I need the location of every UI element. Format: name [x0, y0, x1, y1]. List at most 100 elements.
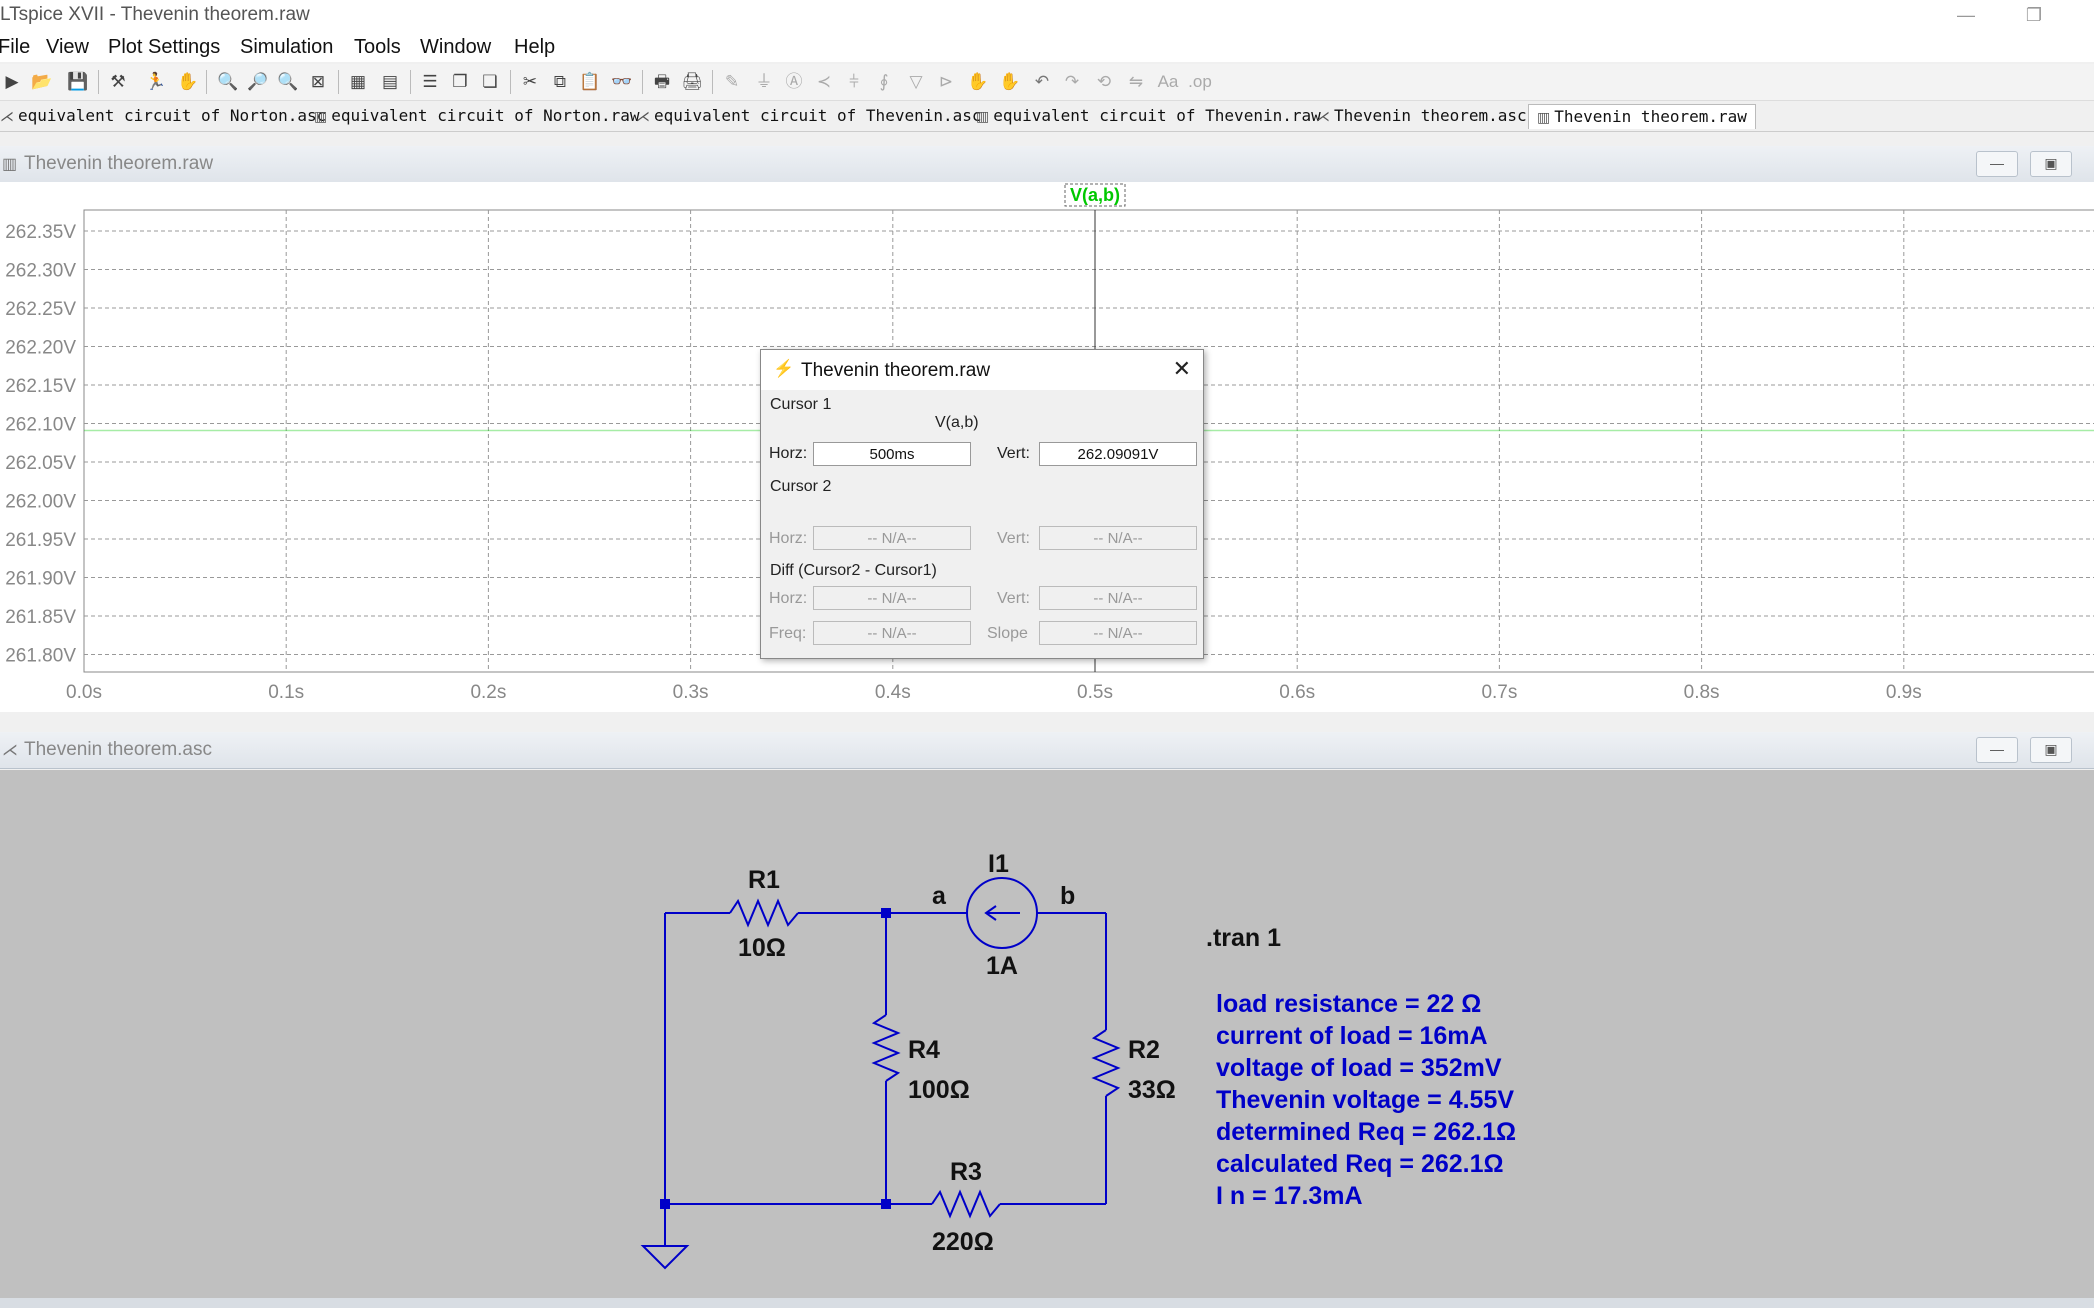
- menu-window[interactable]: Window: [420, 36, 491, 59]
- close-icon[interactable]: ✕: [1173, 356, 1191, 382]
- plot-maximize-button[interactable]: ▣: [2030, 151, 2072, 177]
- menu-view[interactable]: View: [46, 36, 89, 59]
- run-icon[interactable]: ▶: [0, 70, 24, 94]
- copy-icon[interactable]: ⧉: [548, 70, 572, 94]
- wire-icon[interactable]: ✎: [720, 70, 744, 94]
- node-a-label[interactable]: a: [932, 882, 946, 911]
- menu-simulation[interactable]: Simulation: [240, 36, 333, 59]
- zoom-fit-icon[interactable]: ⊠: [306, 70, 330, 94]
- menu-plot-settings[interactable]: Plot Settings: [108, 36, 220, 59]
- ground-icon[interactable]: ⏚: [752, 70, 776, 94]
- cursor2-section-label: Cursor 2: [770, 478, 832, 495]
- print-setup-icon[interactable]: 🖨: [680, 70, 704, 94]
- move-hand-icon[interactable]: ✋: [966, 70, 990, 94]
- drag-hand-icon[interactable]: ✋: [998, 70, 1022, 94]
- tab-thevenin-equiv-asc[interactable]: ⋌ equivalent circuit of Thevenin.asc: [636, 104, 982, 128]
- r4-symbol: [871, 1014, 901, 1082]
- r4-value[interactable]: 100Ω: [908, 1076, 970, 1105]
- x-tick-label: 0.3s: [673, 682, 709, 703]
- r2-name[interactable]: R2: [1128, 1036, 1160, 1065]
- schematic-canvas[interactable]: R1 10Ω I1 1A a b R4 100Ω R2 33Ω R3 220Ω …: [0, 770, 2094, 1300]
- find-binoculars-icon[interactable]: 👓: [610, 70, 634, 94]
- schematic-window-titlebar: ⋌ Thevenin theorem.asc — ▣: [0, 732, 2094, 769]
- r1-value[interactable]: 10Ω: [738, 934, 786, 963]
- schematic-drawing[interactable]: [0, 770, 2094, 1300]
- r3-value[interactable]: 220Ω: [932, 1228, 994, 1257]
- tab-thevenin-equiv-raw[interactable]: ▥ equivalent circuit of Thevenin.raw: [976, 104, 1321, 128]
- cursor1-vert-field[interactable]: 262.09091V: [1039, 442, 1197, 466]
- text-icon[interactable]: Aa: [1156, 70, 1180, 94]
- zoom-area-icon[interactable]: 🔎: [246, 70, 270, 94]
- freq-label: Freq:: [769, 625, 807, 642]
- redo-icon[interactable]: ↷: [1060, 70, 1084, 94]
- menu-tools[interactable]: Tools: [354, 36, 401, 59]
- tab-norton-raw[interactable]: ▥ equivalent circuit of Norton.raw: [314, 104, 639, 128]
- schematic-maximize-button[interactable]: ▣: [2030, 737, 2072, 763]
- y-tick-label: 261.80V: [5, 646, 76, 667]
- note-load-resistance[interactable]: load resistance = 22 Ω: [1216, 990, 1481, 1019]
- cursor2-horz-label: Horz:: [769, 530, 808, 547]
- note-load-current[interactable]: current of load = 16mA: [1216, 1022, 1488, 1051]
- undo-icon[interactable]: ↶: [1030, 70, 1054, 94]
- r3-name[interactable]: R3: [950, 1158, 982, 1187]
- print-icon[interactable]: 🖶: [650, 70, 674, 94]
- r2-value[interactable]: 33Ω: [1128, 1076, 1176, 1105]
- i1-name[interactable]: I1: [988, 850, 1009, 879]
- inductor-icon[interactable]: ∮: [872, 70, 896, 94]
- component-icon[interactable]: ⊳: [934, 70, 958, 94]
- note-determined-req[interactable]: determined Req = 262.1Ω: [1216, 1118, 1516, 1147]
- tab-norton-asc[interactable]: ⋌ equivalent circuit of Norton.asc: [0, 104, 326, 128]
- y-tick-label: 262.35V: [5, 222, 76, 243]
- schematic-minimize-button[interactable]: —: [1976, 737, 2018, 763]
- i1-value[interactable]: 1A: [986, 952, 1018, 981]
- grid-toggle-icon[interactable]: ▤: [378, 70, 402, 94]
- note-thevenin-voltage[interactable]: Thevenin voltage = 4.55V: [1216, 1086, 1514, 1115]
- zoom-out-icon[interactable]: 🔍: [276, 70, 300, 94]
- cursor-dialog[interactable]: ⚡ Thevenin theorem.raw ✕ Cursor 1 V(a,b)…: [760, 349, 1204, 659]
- pan-hand-icon[interactable]: ✋: [176, 70, 200, 94]
- settings-hammer-icon[interactable]: ⚒: [106, 70, 130, 94]
- run-man-icon[interactable]: 🏃: [144, 70, 168, 94]
- save-icon[interactable]: 💾: [66, 70, 90, 94]
- mirror-icon[interactable]: ⇋: [1124, 70, 1148, 94]
- cut-icon[interactable]: ✂: [518, 70, 542, 94]
- r4-name[interactable]: R4: [908, 1036, 940, 1065]
- plot-minimize-button[interactable]: —: [1976, 151, 2018, 177]
- r1-name[interactable]: R1: [748, 866, 780, 895]
- spice-directive-icon[interactable]: .op: [1188, 70, 1212, 94]
- x-tick-label: 0.7s: [1481, 682, 1517, 703]
- junction-dot: [660, 1199, 670, 1209]
- resistor-icon[interactable]: ≺: [812, 70, 836, 94]
- y-tick-label: 262.00V: [5, 492, 76, 513]
- waveform-icon: ▥: [314, 109, 328, 125]
- rotate-icon[interactable]: ⟲: [1092, 70, 1116, 94]
- spice-directive[interactable]: .tran 1: [1206, 924, 1281, 953]
- autorange-icon[interactable]: ▦: [346, 70, 370, 94]
- tile-vertical-icon[interactable]: ❏: [478, 70, 502, 94]
- note-load-voltage[interactable]: voltage of load = 352mV: [1216, 1054, 1502, 1083]
- tab-thevenin-theorem-asc[interactable]: ⋌ Thevenin theorem.asc: [1316, 104, 1527, 128]
- cursor1-horz-field[interactable]: 500ms: [813, 442, 971, 466]
- paste-icon[interactable]: 📋: [578, 70, 602, 94]
- cascade-icon[interactable]: ❐: [448, 70, 472, 94]
- open-folder-icon[interactable]: 📂: [30, 70, 54, 94]
- freq-field: -- N/A--: [813, 621, 971, 645]
- restore-window-button[interactable]: ❐: [2014, 2, 2054, 28]
- tile-horizontal-icon[interactable]: ☰: [418, 70, 442, 94]
- schematic-icon: ⋌: [2, 742, 18, 759]
- minimize-window-button[interactable]: —: [1946, 2, 1986, 28]
- tab-thevenin-theorem-raw[interactable]: ▥ Thevenin theorem.raw: [1528, 104, 1756, 129]
- capacitor-icon[interactable]: ⫩: [842, 70, 866, 94]
- diff-horz-label: Horz:: [769, 590, 808, 607]
- note-calculated-req[interactable]: calculated Req = 262.1Ω: [1216, 1150, 1504, 1179]
- note-norton-current[interactable]: I n = 17.3mA: [1216, 1182, 1363, 1211]
- diode-icon[interactable]: ▽: [904, 70, 928, 94]
- node-b-label[interactable]: b: [1060, 882, 1075, 911]
- menu-file[interactable]: File: [0, 36, 30, 59]
- zoom-in-icon[interactable]: 🔍: [216, 70, 240, 94]
- menu-help[interactable]: Help: [514, 36, 555, 59]
- waveform-icon: ▥: [976, 109, 990, 125]
- cursor1-section-label: Cursor 1: [770, 396, 832, 413]
- y-tick-label: 262.20V: [5, 338, 76, 359]
- label-net-icon[interactable]: Ⓐ: [782, 70, 806, 94]
